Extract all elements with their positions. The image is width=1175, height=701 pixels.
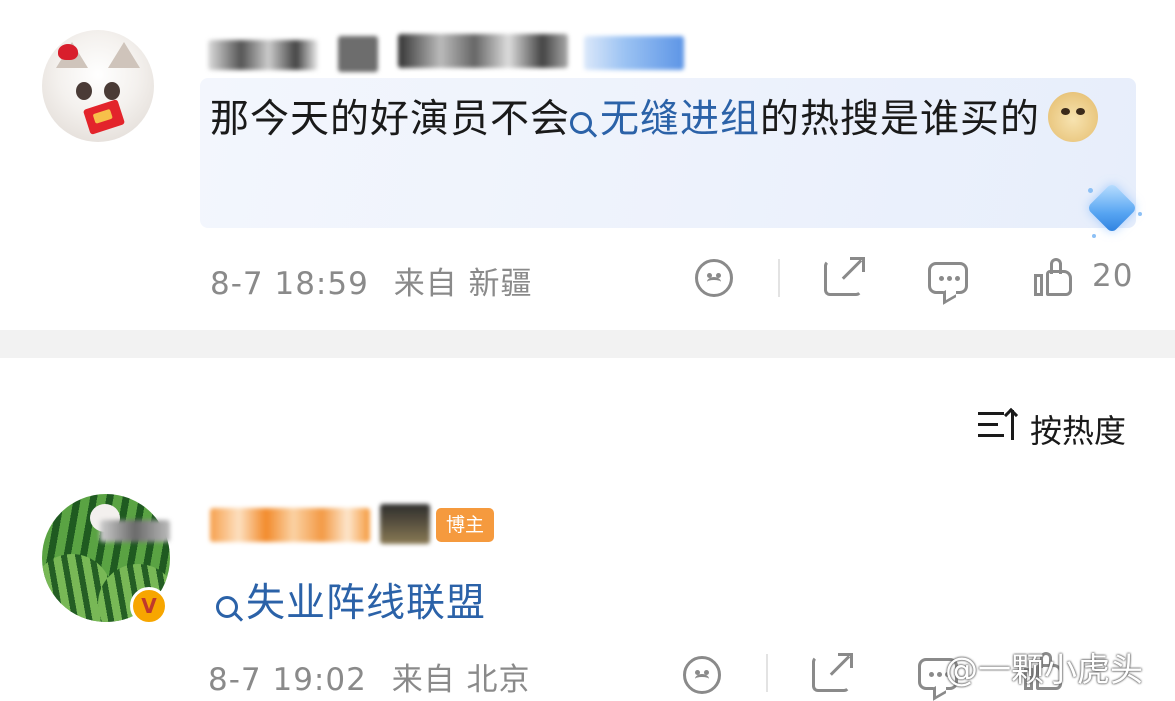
sort-icon: [978, 410, 1014, 440]
topic-label: 失业阵线联盟: [246, 581, 487, 626]
share-icon[interactable]: [812, 653, 853, 692]
blogger-tag: 博主: [436, 508, 494, 542]
comment-icon[interactable]: [928, 262, 968, 294]
bow-decoration: [58, 44, 78, 60]
sparkle-icon: [1088, 188, 1093, 193]
share-icon[interactable]: [824, 257, 865, 296]
cat-ear: [108, 42, 140, 68]
dislike-face-icon[interactable]: [695, 259, 733, 297]
watermark: @一颗小虎头: [945, 650, 1143, 689]
red-envelope: [82, 99, 126, 135]
sort-label: 按热度: [1030, 412, 1127, 450]
divider: [778, 259, 780, 297]
cat-eye: [104, 82, 120, 100]
sparkle-icon: [1138, 212, 1142, 216]
sparkle-icon: [1092, 234, 1096, 238]
comment-meta: 8-7 19:02 来自 北京: [208, 654, 531, 699]
topic-label: 无缝进组: [600, 97, 761, 142]
source: 来自 北京: [391, 662, 531, 698]
verified-badge-icon: V: [130, 587, 168, 625]
comment-prefix: 那今天的好演员不会: [210, 97, 571, 142]
source: 来自 新疆: [393, 266, 533, 302]
like-count: 20: [1092, 258, 1134, 294]
dislike-face-icon[interactable]: [683, 656, 721, 694]
date-time: 8-7 19:02: [208, 662, 367, 698]
comment-text: 那今天的好演员不会 无缝进组的热搜是谁买的: [210, 88, 1130, 152]
doge-emoji-icon: [1048, 92, 1099, 142]
section-divider: [0, 330, 1175, 358]
like-icon[interactable]: [1034, 258, 1072, 296]
comment-suffix: 的热搜是谁买的: [760, 97, 1041, 142]
comment-meta: 8-7 18:59 来自 新疆: [210, 258, 533, 303]
topic-link[interactable]: 失业阵线联盟: [216, 572, 486, 628]
sort-toggle[interactable]: 按热度: [978, 404, 1138, 450]
divider: [766, 654, 768, 692]
search-icon: [570, 112, 593, 134]
avatar[interactable]: [42, 30, 154, 142]
date-time: 8-7 18:59: [210, 266, 369, 302]
cat-eye: [76, 82, 92, 100]
search-icon: [216, 596, 238, 618]
topic-link[interactable]: 无缝进组: [570, 97, 760, 142]
